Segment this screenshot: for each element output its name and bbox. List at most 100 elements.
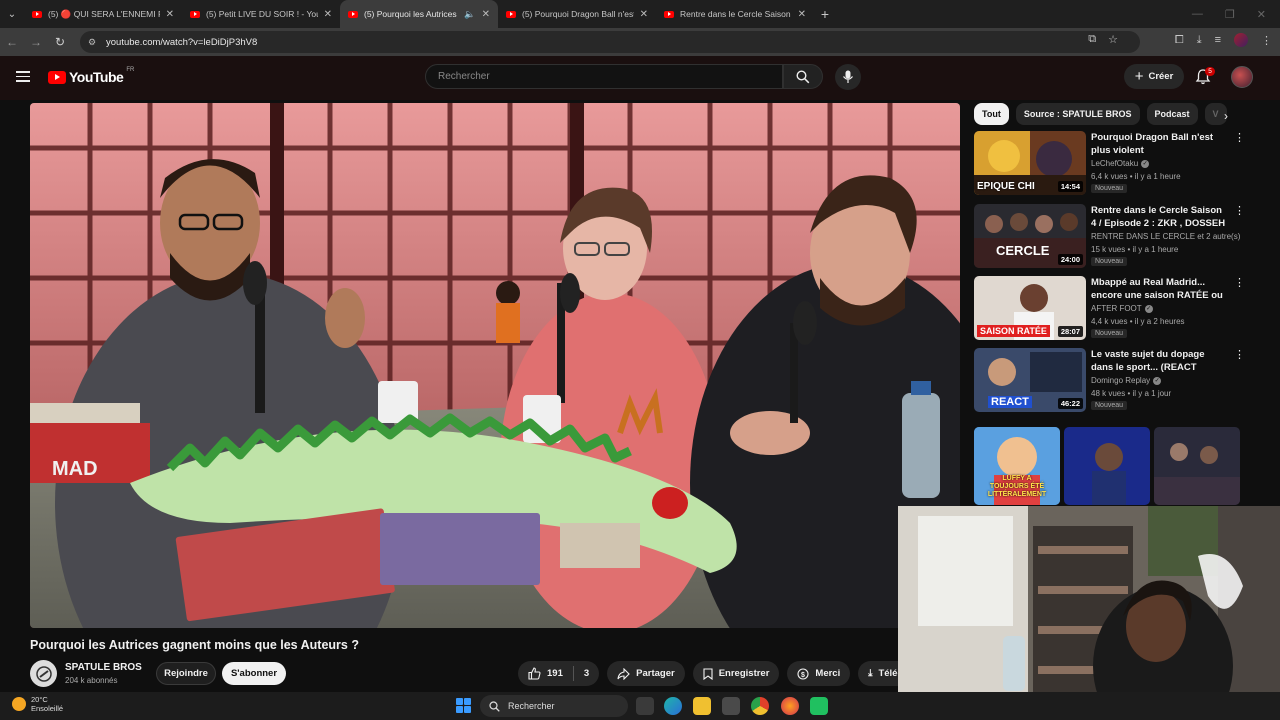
channel-avatar[interactable] — [30, 660, 57, 687]
more-options-icon[interactable]: ⋮ — [1234, 206, 1245, 217]
youtube-favicon-icon — [32, 10, 42, 18]
install-app-icon[interactable]: ⧉ — [1088, 33, 1096, 46]
join-button[interactable]: Rejoindre — [156, 662, 216, 685]
search-input[interactable]: Rechercher — [425, 64, 783, 89]
microphone-icon — [843, 70, 853, 83]
recommendation-channel[interactable]: RENTRE DANS LE CERCLE et 2 autre(s) — [1091, 232, 1240, 241]
minimize-icon[interactable]: — — [1192, 8, 1203, 21]
short-thumbnail[interactable]: LUFFY A TOUJOURS ÉTÉ LITTÉRALEMENT — [974, 427, 1060, 505]
reload-icon[interactable]: ↻ — [48, 28, 72, 56]
short-image — [1154, 427, 1240, 505]
plus-icon: + — [1134, 67, 1144, 85]
taskbar-search[interactable]: Rechercher — [480, 695, 628, 717]
close-tab-icon[interactable]: ✕ — [324, 9, 332, 20]
menu-hamburger-icon[interactable] — [16, 71, 30, 82]
recommendation-title[interactable]: Rentre dans le Cercle Saison 4 / Episode… — [1091, 204, 1229, 231]
recommendation-title[interactable]: Pourquoi Dragon Ball n'est plus violent — [1091, 131, 1229, 157]
new-badge: Nouveau — [1091, 257, 1128, 266]
recommendation-channel[interactable]: LeChefOtaku ✓ — [1091, 159, 1150, 168]
chevron-right-icon[interactable]: › — [1216, 106, 1236, 126]
back-arrow-icon[interactable]: ← — [0, 28, 24, 56]
account-avatar[interactable] — [1231, 66, 1253, 88]
save-button[interactable]: Enregistrer — [692, 661, 780, 686]
recommendation-item[interactable]: REACT 46:22 Le vaste sujet du dopage dan… — [974, 348, 1245, 414]
like-button[interactable]: 191 — [518, 661, 573, 686]
subscribe-button[interactable]: S'abonner — [222, 662, 286, 685]
edge-browser-icon[interactable] — [664, 697, 682, 715]
browser-tab-5[interactable]: Rentre dans le Cercle Saison 4 / ✕ — [656, 0, 814, 28]
search-button[interactable] — [783, 64, 823, 89]
browser-tab-2[interactable]: (5) Petit LIVE DU SOIR ! - YouTu ✕ — [182, 0, 340, 28]
svg-text:MAD: MAD — [52, 458, 98, 480]
short-thumbnail[interactable] — [1154, 427, 1240, 505]
browser-menu-icon[interactable]: ⋮ — [1261, 34, 1272, 47]
close-tab-icon[interactable]: ✕ — [798, 9, 806, 20]
bookmark-star-icon[interactable]: ☆ — [1108, 33, 1118, 46]
thanks-label: Merci — [815, 668, 841, 679]
address-bar[interactable]: ⚙ youtube.com/watch?v=leDiDjP3hV8 — [80, 31, 1140, 53]
create-label: Créer — [1148, 71, 1174, 82]
close-tab-icon[interactable]: ✕ — [640, 9, 648, 20]
tab-title: Rentre dans le Cercle Saison 4 / — [680, 9, 792, 19]
browser-tab-4[interactable]: (5) Pourquoi Dragon Ball n'est p ✕ — [498, 0, 656, 28]
share-button[interactable]: Partager — [607, 661, 685, 686]
youtube-favicon-icon — [506, 10, 516, 18]
video-player[interactable]: MAD — [30, 103, 960, 628]
file-explorer-icon[interactable] — [693, 697, 711, 715]
recommendation-item[interactable]: SAISON RATÉE 28:07 Mbappé au Real Madrid… — [974, 276, 1245, 342]
more-options-icon[interactable]: ⋮ — [1234, 133, 1245, 144]
new-badge: Nouveau — [1091, 329, 1128, 338]
microsoft-store-icon[interactable] — [722, 697, 740, 715]
voice-search-button[interactable] — [835, 64, 861, 90]
chrome-browser-icon[interactable] — [751, 697, 769, 715]
video-thumbnail[interactable]: CERCLE 24:00 — [974, 204, 1086, 268]
profile-avatar-icon[interactable] — [1234, 33, 1248, 47]
close-window-icon[interactable]: ✕ — [1257, 8, 1266, 21]
youtube-logo[interactable]: YouTube FR — [48, 67, 134, 85]
speaker-icon[interactable]: 🔈 — [464, 9, 475, 20]
video-thumbnail[interactable]: REACT 46:22 — [974, 348, 1086, 412]
recommendation-title[interactable]: Mbappé au Real Madrid... encore une sais… — [1091, 276, 1229, 303]
shorts-shelf: LUFFY A TOUJOURS ÉTÉ LITTÉRALEMENT — [974, 427, 1244, 505]
video-thumbnail[interactable]: SAISON RATÉE 28:07 — [974, 276, 1086, 340]
recommendation-item[interactable]: CERCLE 24:00 Rentre dans le Cercle Saiso… — [974, 204, 1245, 270]
recommendation-item[interactable]: EPIQUE CHI 14:54 Pourquoi Dragon Ball n'… — [974, 131, 1245, 197]
site-info-icon[interactable]: ⚙ — [88, 37, 98, 47]
recommendation-channel[interactable]: AFTER FOOT ✓ — [1091, 304, 1153, 313]
maximize-icon[interactable]: ❐ — [1225, 8, 1235, 21]
recommendation-channel[interactable]: Domingo Replay ✓ — [1091, 376, 1162, 385]
chip-source[interactable]: Source : SPATULE BROS — [1015, 103, 1140, 125]
forward-arrow-icon[interactable]: → — [24, 28, 48, 56]
chip-all[interactable]: Tout — [974, 103, 1009, 125]
create-button[interactable]: + Créer — [1124, 64, 1184, 89]
new-tab-button[interactable]: + — [814, 0, 836, 28]
super-thanks-icon: $ — [797, 667, 809, 680]
browser-tab-3-active[interactable]: (5) Pourquoi les Autrices ga 🔈 ✕ — [340, 0, 498, 28]
thumbnail-caption: SAISON RATÉE — [977, 325, 1050, 337]
more-options-icon[interactable]: ⋮ — [1234, 350, 1245, 361]
tab-title: (5) 🔴 QUI SERA L'ENNEMI FIN — [48, 8, 160, 19]
dislike-button[interactable]: 3 — [574, 661, 599, 686]
extensions-puzzle-icon[interactable]: ⧠ — [1175, 34, 1184, 47]
close-tab-icon[interactable]: ✕ — [166, 9, 174, 20]
windows-start-icon[interactable] — [456, 698, 471, 713]
recommendation-title[interactable]: Le vaste sujet du dopage dans le sport..… — [1091, 348, 1229, 375]
channel-name[interactable]: SPATULE BROS — [65, 662, 142, 673]
verified-check-icon: ✓ — [1153, 376, 1162, 385]
chip-podcast[interactable]: Podcast — [1146, 103, 1198, 125]
browser-tab-bar: ⌄ (5) 🔴 QUI SERA L'ENNEMI FIN ✕ (5) Peti… — [0, 0, 1280, 28]
thanks-button[interactable]: $ Merci — [787, 661, 851, 686]
more-options-icon[interactable]: ⋮ — [1234, 278, 1245, 289]
close-tab-icon[interactable]: ✕ — [482, 9, 490, 20]
task-view-icon[interactable] — [636, 697, 654, 715]
firefox-browser-icon[interactable] — [781, 697, 799, 715]
download-icon[interactable]: ⤓ — [1197, 34, 1202, 47]
video-thumbnail[interactable]: EPIQUE CHI 14:54 — [974, 131, 1086, 195]
weather-widget[interactable]: 20°C Ensoleillé — [12, 695, 63, 713]
browser-tab-1[interactable]: (5) 🔴 QUI SERA L'ENNEMI FIN ✕ — [24, 0, 182, 28]
short-thumbnail[interactable] — [1064, 427, 1150, 505]
tab-search-icon[interactable]: ⌄ — [0, 0, 24, 28]
reading-list-icon[interactable]: ≡ — [1215, 34, 1221, 46]
video-title: Pourquoi les Autrices gagnent moins que … — [30, 638, 359, 652]
app-icon[interactable] — [810, 697, 828, 715]
